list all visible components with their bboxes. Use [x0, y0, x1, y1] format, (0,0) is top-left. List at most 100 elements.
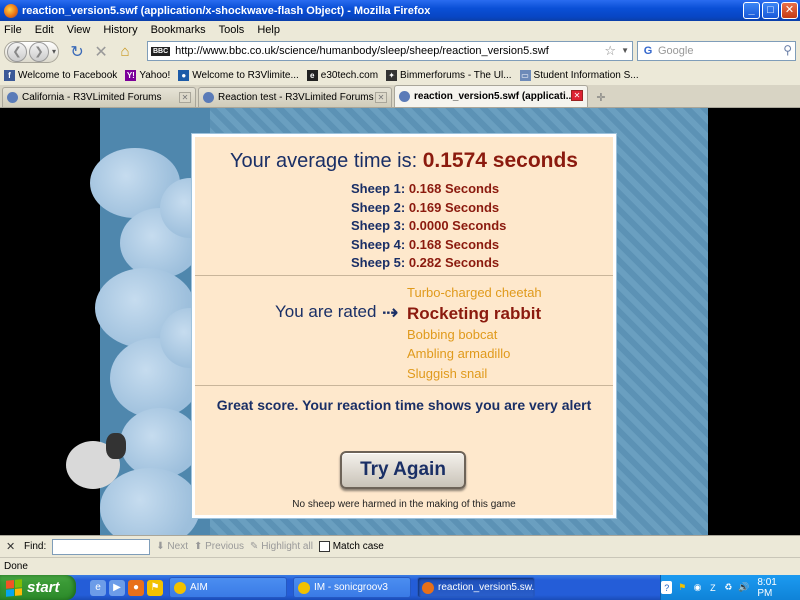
new-tab-icon[interactable]: ✛: [590, 87, 612, 107]
taskbar-button[interactable]: reaction_version5.sw...: [417, 577, 535, 598]
firefox-quick-icon[interactable]: ●: [128, 579, 144, 596]
search-input[interactable]: Google: [658, 45, 693, 57]
window-controls: _ □ ✕: [743, 2, 798, 19]
taskbar-label: reaction_version5.sw...: [438, 582, 535, 593]
sheep-label: Sheep 5:: [351, 255, 406, 270]
url-text: http://www.bbc.co.uk/science/humanbody/s…: [175, 45, 549, 57]
ie-icon[interactable]: e: [90, 579, 106, 596]
home-icon: ⌂: [120, 43, 130, 60]
sheep-time-row: Sheep 4: 0.168 Seconds: [351, 236, 506, 255]
tab-close-icon[interactable]: ✕: [375, 92, 387, 103]
search-icon[interactable]: ⚲: [783, 43, 792, 57]
e30tech-icon: e: [306, 69, 318, 81]
menu-help[interactable]: Help: [257, 24, 280, 36]
find-previous-button[interactable]: ⬆ Previous: [194, 541, 244, 552]
back-button[interactable]: ❮: [7, 41, 27, 62]
browser-tab[interactable]: reaction_version5.swf (applicati... ✕: [394, 85, 588, 107]
tray-icon[interactable]: Z: [707, 581, 718, 594]
browser-tab[interactable]: California - R3VLimited Forums ✕: [2, 87, 196, 107]
bookmark-item[interactable]: ✦ Bimmerforums - The Ul...: [386, 69, 512, 81]
media-player-icon[interactable]: ▶: [109, 579, 125, 596]
sheep-label: Sheep 4:: [351, 236, 406, 252]
menu-history[interactable]: History: [103, 24, 137, 36]
bmw-icon: ●: [178, 69, 190, 81]
tray-icon[interactable]: ♻: [723, 581, 734, 594]
tab-strip: California - R3VLimited Forums ✕ Reaction …: [0, 85, 800, 108]
find-next-button[interactable]: ⬇ Next: [156, 541, 188, 552]
tab-label: California - R3VLimited Forums: [22, 92, 162, 103]
browser-tab[interactable]: Reaction test - R3VLimited Forums ✕: [198, 87, 392, 107]
divider: [195, 385, 613, 386]
minimize-button[interactable]: _: [743, 2, 760, 19]
navigation-toolbar: ❮ ❯ ▾ ↻ ✕ ⌂ BBC http://www.bbc.co.uk/sci…: [0, 38, 800, 65]
start-button[interactable]: start: [0, 575, 76, 600]
menu-view[interactable]: View: [67, 24, 91, 36]
match-case-label: Match case: [332, 541, 384, 553]
facebook-icon: f: [4, 69, 15, 81]
rating-item: Turbo-charged cheetah: [407, 285, 542, 300]
try-again-button[interactable]: Try Again: [340, 451, 466, 489]
match-case-checkbox[interactable]: Match case: [318, 540, 384, 553]
menu-tools[interactable]: Tools: [219, 24, 245, 36]
google-icon[interactable]: G: [641, 44, 655, 58]
taskbar-app-icon: [422, 581, 434, 594]
help-icon[interactable]: ?: [661, 581, 673, 594]
bookmark-item[interactable]: f Welcome to Facebook: [4, 69, 117, 81]
taskbar-button[interactable]: IM - sonicgroov3: [293, 577, 411, 598]
stop-button[interactable]: ✕: [91, 42, 111, 62]
home-button[interactable]: ⌂: [115, 42, 135, 62]
history-dropdown-icon[interactable]: ▾: [52, 47, 56, 56]
maximize-button[interactable]: □: [762, 2, 779, 19]
menu-file[interactable]: File: [4, 24, 22, 36]
tab-label: reaction_version5.swf (applicati...: [414, 91, 575, 102]
bookmark-item[interactable]: Y! Yahoo!: [125, 69, 170, 81]
taskbar-app-icon: [298, 581, 310, 594]
aim-tray-icon[interactable]: ⚑: [676, 581, 687, 594]
menu-edit[interactable]: Edit: [35, 24, 54, 36]
bookmark-item[interactable]: e e30tech.com: [306, 69, 378, 81]
quick-launch: e ▶ ● ⚑: [90, 579, 163, 596]
sheep-time-row: Sheep 2: 0.169 Seconds: [351, 199, 506, 218]
taskbar-label: IM - sonicgroov3: [314, 582, 388, 593]
window-titlebar[interactable]: reaction_version5.swf (application/x-sho…: [0, 0, 800, 21]
close-button[interactable]: ✕: [781, 2, 798, 19]
arrow-right-icon: ⇢: [382, 302, 399, 324]
sheep-value: 0.282 Seconds: [408, 255, 500, 270]
forward-button[interactable]: ❯: [29, 41, 49, 62]
highlight-all-button[interactable]: ✎ Highlight all: [250, 541, 313, 552]
clock[interactable]: 8:01 PM: [757, 577, 790, 599]
back-forward-group: ❮ ❯ ▾: [4, 40, 60, 63]
taskbar-label: AIM: [190, 582, 208, 593]
rating-item: Bobbing bobcat: [407, 326, 498, 342]
search-bar[interactable]: G Google ⚲: [637, 41, 796, 61]
menu-bookmarks[interactable]: Bookmarks: [151, 24, 206, 36]
sheep-times-list: Sheep 1: 0.168 Seconds Sheep 2: 0.169 Sec…: [351, 180, 506, 273]
sheep-label: Sheep 1:: [351, 181, 406, 196]
tab-label: Reaction test - R3VLimited Forums: [218, 92, 374, 103]
site-favicon-icon: BBC: [151, 46, 171, 56]
reload-button[interactable]: ↻: [67, 42, 87, 62]
taskbar-button[interactable]: AIM: [169, 577, 287, 598]
sheep-time-row: Sheep 5: 0.282 Seconds: [351, 254, 506, 273]
volume-icon[interactable]: 🔊: [738, 581, 749, 594]
sheep-cloud-decoration: [120, 408, 200, 478]
firefox-icon: [4, 3, 18, 18]
bookmark-star-icon[interactable]: ☆: [604, 43, 616, 59]
forward-arrow-icon: ❯: [34, 46, 44, 58]
find-input[interactable]: [52, 538, 151, 555]
windows-taskbar: start e ▶ ● ⚑ AIM IM - sonicgroov3 reactio…: [0, 575, 800, 600]
tab-close-icon[interactable]: ✕: [571, 90, 583, 101]
aim-quick-icon[interactable]: ⚑: [147, 579, 163, 596]
current-rating: Rocketing rabbit: [407, 303, 542, 323]
sheep-value: 0.168 Seconds: [408, 236, 500, 252]
sheep-character: [66, 433, 126, 491]
url-dropdown-icon[interactable]: ▼: [621, 46, 629, 55]
bimmerforums-icon: ✦: [386, 69, 398, 81]
average-time: Your average time is: 0.1574 seconds: [195, 149, 613, 173]
close-find-icon[interactable]: ✕: [6, 540, 18, 553]
url-bar[interactable]: BBC http://www.bbc.co.uk/science/humanbo…: [147, 41, 633, 61]
bookmark-item[interactable]: ● Welcome to R3Vlimite...: [178, 69, 299, 81]
tab-close-icon[interactable]: ✕: [179, 92, 191, 103]
tray-icon[interactable]: ◉: [692, 581, 703, 594]
bookmark-item[interactable]: ▭ Student Information S...: [519, 69, 639, 81]
